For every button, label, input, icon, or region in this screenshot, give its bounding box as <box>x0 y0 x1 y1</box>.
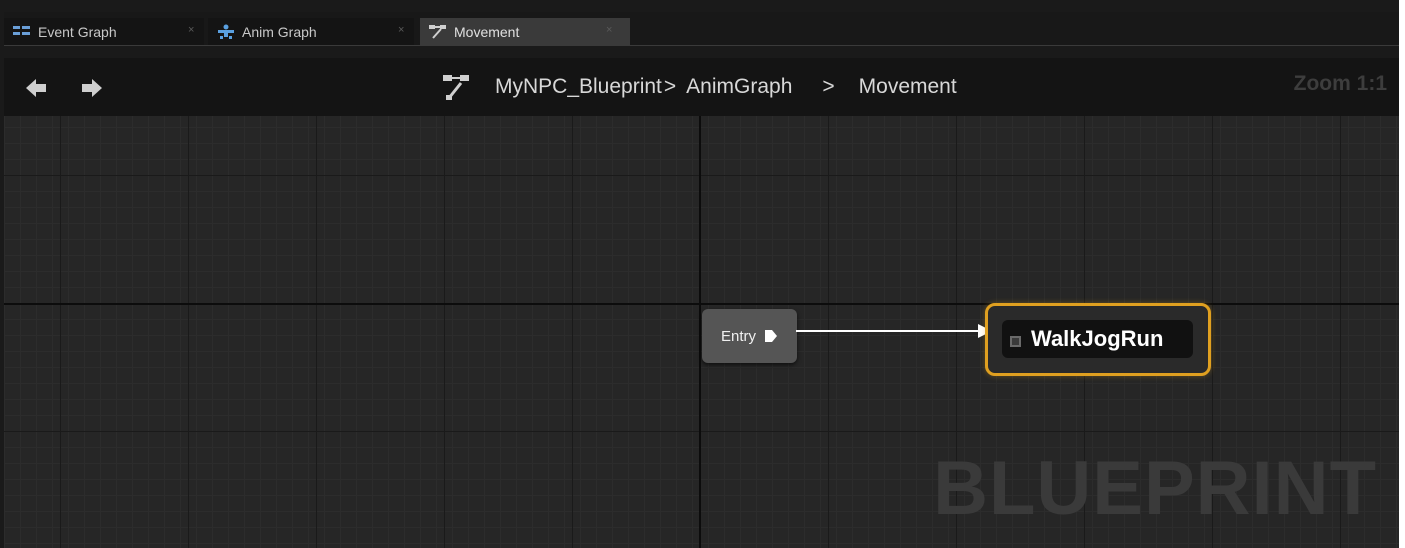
exec-output-pin-icon[interactable] <box>764 329 778 343</box>
anim-graph-icon <box>216 24 236 40</box>
breadcrumb-item-animgraph[interactable]: AnimGraph <box>686 75 792 99</box>
tab-label: Anim Graph <box>242 23 317 40</box>
graph-tab-bar: Event Graph × Anim Graph × Movement × <box>4 12 1399 46</box>
transition-wire <box>796 324 992 338</box>
entry-node[interactable]: Entry <box>702 309 797 363</box>
state-node-body: WalkJogRun <box>1002 320 1193 358</box>
arrow-right-icon[interactable] <box>80 77 104 99</box>
entry-node-label: Entry <box>720 327 756 345</box>
breadcrumb: MyNPC_Blueprint > AnimGraph > Movement <box>441 72 957 102</box>
close-icon[interactable]: × <box>398 24 404 36</box>
breadcrumb-separator: > <box>663 75 677 98</box>
tab-movement[interactable]: Movement × <box>420 18 630 45</box>
state-node-label: WalkJogRun <box>1031 326 1164 351</box>
zoom-level-label: Zoom 1:1 <box>1293 72 1387 95</box>
graph-canvas[interactable]: Entry WalkJogRun BLUEPRINT <box>4 116 1399 548</box>
tab-anim-graph[interactable]: Anim Graph × <box>208 18 414 45</box>
breadcrumb-separator: > <box>822 75 835 98</box>
close-icon[interactable]: × <box>188 24 194 36</box>
tab-label: Movement <box>454 23 520 40</box>
breadcrumb-item-movement[interactable]: Movement <box>859 75 957 99</box>
state-icon <box>1010 334 1021 347</box>
graph-navigation-bar: MyNPC_Blueprint > AnimGraph > Movement Z… <box>4 58 1399 116</box>
state-machine-icon <box>428 24 448 40</box>
close-icon[interactable]: × <box>606 24 612 36</box>
tab-label: Event Graph <box>38 23 117 40</box>
breadcrumb-item-blueprint[interactable]: MyNPC_Blueprint <box>495 75 662 99</box>
blueprint-watermark: BLUEPRINT <box>933 446 1377 531</box>
tab-event-graph[interactable]: Event Graph × <box>4 18 204 45</box>
arrow-left-icon[interactable] <box>24 77 48 99</box>
state-machine-icon <box>441 73 471 101</box>
blueprint-editor-window: Event Graph × Anim Graph × Movement × My… <box>0 0 1405 548</box>
event-graph-icon <box>12 24 32 40</box>
graph-origin-vertical-line <box>699 116 701 548</box>
state-node-walkjogrun[interactable]: WalkJogRun <box>985 303 1211 376</box>
